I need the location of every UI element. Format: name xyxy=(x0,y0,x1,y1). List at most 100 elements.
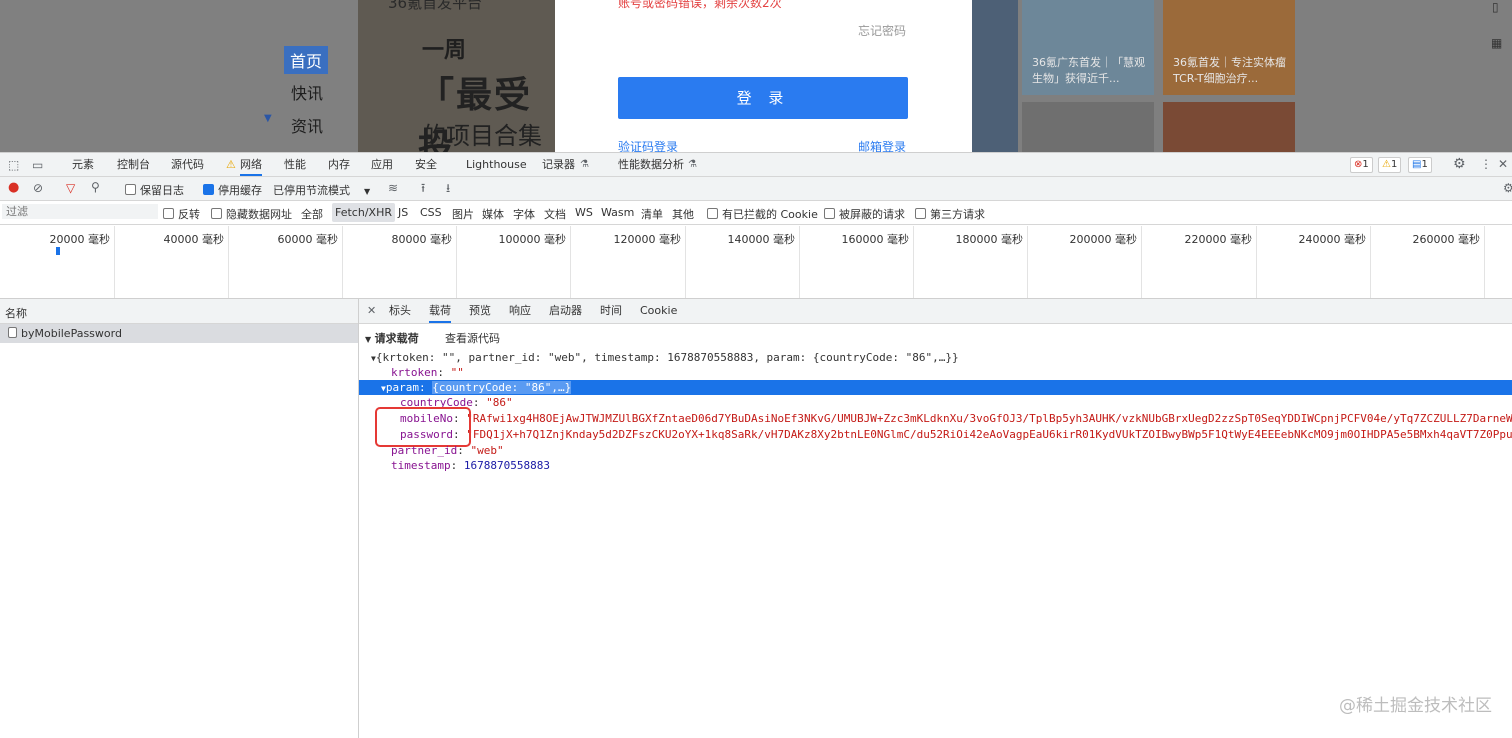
tab-headers[interactable]: 标头 xyxy=(389,299,411,322)
error-count-badge[interactable]: ⊗1 xyxy=(1350,157,1373,173)
timeline-label: 80000 毫秒 xyxy=(391,233,453,246)
watermark: @稀土掘金技术社区 xyxy=(1339,696,1492,716)
network-conditions-icon[interactable]: ≋ xyxy=(388,181,398,195)
tab-elements[interactable]: 元素 xyxy=(72,153,94,176)
clear-icon[interactable]: ⊘ xyxy=(33,181,43,195)
timeline-request-bar xyxy=(56,247,60,255)
filter-type-all[interactable]: 全部 xyxy=(301,206,323,222)
filter-type-manifest[interactable]: 清单 xyxy=(641,206,663,222)
filter-type-img[interactable]: 图片 xyxy=(452,206,474,222)
request-list-header[interactable]: 名称 xyxy=(0,299,358,324)
request-row[interactable]: byMobilePassword xyxy=(0,324,358,343)
tab-application[interactable]: 应用 xyxy=(371,153,393,176)
partner-key: partner_id xyxy=(391,444,458,457)
warning-count: 1 xyxy=(1390,159,1398,170)
timeline-label: 180000 毫秒 xyxy=(955,233,1024,246)
filter-bar: 反转 隐藏数据网址 全部 Fetch/XHR JS CSS 图片 媒体 字体 文… xyxy=(0,201,1512,225)
disable-cache-checkbox[interactable]: 停用缓存 xyxy=(203,182,262,198)
filter-type-wasm[interactable]: Wasm xyxy=(601,206,634,219)
record-icon[interactable]: ● xyxy=(8,181,19,195)
filter-type-media[interactable]: 媒体 xyxy=(482,206,504,222)
invert-label: 反转 xyxy=(178,208,200,221)
filter-type-font[interactable]: 字体 xyxy=(513,206,535,222)
payload-param-row[interactable]: ▼param: {countryCode: "86",…} xyxy=(381,380,572,396)
request-row-label: byMobilePassword xyxy=(8,327,122,340)
countrycode-value: "86" xyxy=(486,396,513,409)
close-icon[interactable]: ✕ xyxy=(1498,157,1508,171)
nav-info[interactable]: 资讯 xyxy=(291,113,323,137)
flask-icon: ⚗ xyxy=(688,159,697,170)
preserve-log-checkbox[interactable]: 保留日志 xyxy=(125,182,184,198)
third-party-label: 第三方请求 xyxy=(930,208,985,221)
inspect-element-icon[interactable]: ⬚ xyxy=(8,158,19,172)
import-har-icon[interactable]: ⭱ xyxy=(421,181,425,195)
article-thumb-4[interactable] xyxy=(1163,102,1295,152)
filter-type-other[interactable]: 其他 xyxy=(672,206,694,222)
tab-sources[interactable]: 源代码 xyxy=(171,153,204,176)
payload-summary: {krtoken: "", partner_id: "web", timesta… xyxy=(375,351,959,364)
nav-home[interactable]: 首页 xyxy=(284,46,329,74)
tab-cookies[interactable]: Cookie xyxy=(640,299,677,322)
export-har-icon[interactable]: ⭳ xyxy=(446,181,450,195)
tab-lighthouse[interactable]: Lighthouse xyxy=(466,153,527,176)
password-value: "FDQ1jX+h7Q1ZnjKnday5d2DZFszCKU2oYX+1kq8… xyxy=(466,428,1512,441)
tab-security[interactable]: 安全 xyxy=(415,153,437,176)
warning-count-badge[interactable]: ⚠1 xyxy=(1378,157,1402,173)
forgot-password-link[interactable]: 忘记密码 xyxy=(858,22,906,39)
tab-initiator[interactable]: 启动器 xyxy=(549,299,582,322)
close-icon[interactable]: ✕ xyxy=(367,304,376,318)
invert-checkbox[interactable]: 反转 xyxy=(163,206,200,222)
article-thumb-2[interactable]: 36氪首发｜专注实体瘤TCR-T细胞治疗... xyxy=(1163,0,1295,95)
timestamp-value: 1678870558883 xyxy=(463,459,550,472)
article-thumb-1[interactable]: 36氪广东首发｜「慧观生物」获得近千... xyxy=(1022,0,1154,95)
tab-performance[interactable]: 性能 xyxy=(284,153,306,176)
filter-type-js[interactable]: JS xyxy=(398,206,408,219)
blocked-cookies-checkbox[interactable]: 有已拦截的 Cookie xyxy=(707,206,818,222)
timeline-label: 220000 毫秒 xyxy=(1184,233,1253,246)
tab-payload[interactable]: 载荷 xyxy=(429,299,451,323)
filter-icon[interactable]: ▽ xyxy=(66,181,75,195)
third-party-checkbox[interactable]: 第三方请求 xyxy=(915,206,985,222)
hero-banner[interactable]: 36氪首发平台 一周 「最受投 的项目合集 xyxy=(358,0,555,152)
phone-icon[interactable]: ▯ xyxy=(1492,0,1499,14)
annotation-highlight-box xyxy=(375,407,471,447)
gear-icon[interactable]: ⚙ xyxy=(1453,157,1466,171)
article-thumb-2-caption: 36氪首发｜专注实体瘤TCR-T细胞治疗... xyxy=(1173,56,1286,85)
timeline-label: 240000 毫秒 xyxy=(1298,233,1367,246)
article-thumb-3[interactable] xyxy=(1022,102,1154,152)
tab-console[interactable]: 控制台 xyxy=(117,153,150,176)
filter-input[interactable] xyxy=(2,204,158,219)
qrcode-icon[interactable]: ▦ xyxy=(1491,36,1502,50)
device-toolbar-icon[interactable]: ▭ xyxy=(32,158,43,172)
more-vertical-icon[interactable]: ⋮ xyxy=(1480,157,1492,171)
login-button[interactable]: 登 录 xyxy=(618,77,908,119)
payload-section-header[interactable]: ▼ 请求载荷 xyxy=(365,331,419,347)
blocked-requests-label: 被屏蔽的请求 xyxy=(839,208,905,221)
filter-type-css[interactable]: CSS xyxy=(420,206,442,219)
throttle-select[interactable]: 已停用节流模式 ▼ xyxy=(273,182,370,198)
tab-timing[interactable]: 时间 xyxy=(600,299,622,322)
filter-type-ws[interactable]: WS xyxy=(575,206,593,219)
timeline-label: 200000 毫秒 xyxy=(1069,233,1138,246)
hide-data-urls-checkbox[interactable]: 隐藏数据网址 xyxy=(211,206,292,222)
tab-network[interactable]: 网络 xyxy=(240,153,262,176)
flask-icon: ⚗ xyxy=(580,159,589,170)
tab-recorder[interactable]: 记录器 xyxy=(542,153,575,176)
nav-news-flash[interactable]: 快讯 xyxy=(291,80,323,104)
tab-memory[interactable]: 内存 xyxy=(328,153,350,176)
timeline-label: 160000 毫秒 xyxy=(841,233,910,246)
tab-response[interactable]: 响应 xyxy=(509,299,531,322)
search-icon[interactable]: ⚲ xyxy=(91,180,100,194)
tab-performance-insights[interactable]: 性能数据分析 xyxy=(618,153,684,176)
blocked-cookies-label: 有已拦截的 Cookie xyxy=(722,208,818,221)
filter-type-fetch-xhr[interactable]: Fetch/XHR xyxy=(332,203,395,222)
tab-preview[interactable]: 预览 xyxy=(469,299,491,322)
blocked-requests-checkbox[interactable]: 被屏蔽的请求 xyxy=(824,206,905,222)
view-source-link[interactable]: 查看源代码 xyxy=(445,331,500,346)
preserve-log-label: 保留日志 xyxy=(140,184,184,197)
expand-triangle-icon: ▼ xyxy=(365,335,372,344)
filter-type-doc[interactable]: 文档 xyxy=(544,206,566,222)
payload-summary-row[interactable]: ▼{krtoken: "", partner_id: "web", timest… xyxy=(371,350,959,366)
gear-icon[interactable]: ⚙ xyxy=(1503,181,1512,195)
info-count-badge[interactable]: ▤1 xyxy=(1408,157,1432,173)
